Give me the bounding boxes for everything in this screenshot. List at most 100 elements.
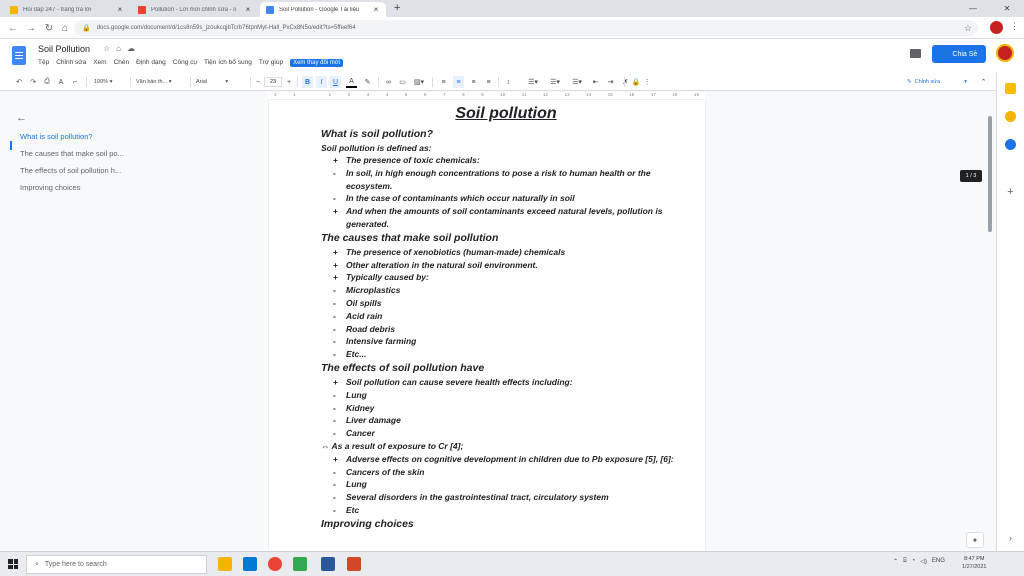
plus-bullet-icon: + <box>333 246 338 257</box>
menu-tools[interactable]: Công cụ <box>173 59 197 67</box>
font-select[interactable]: Arial ▾ <box>196 76 248 88</box>
horizontal-ruler[interactable]: 2 1 1 2 3 4 5 6 7 8 9 10 11 12 13 14 15 16 17 18 19 <box>268 92 705 99</box>
close-icon[interactable]: × <box>116 5 124 14</box>
font-size-input[interactable]: 23 <box>264 77 282 87</box>
windows-start-icon[interactable] <box>8 559 18 569</box>
docs-logo-icon[interactable] <box>12 46 26 65</box>
wifi-icon[interactable]: ◔ <box>912 558 916 565</box>
forward-icon[interactable]: → <box>24 21 38 35</box>
volume-icon[interactable]: ◁) <box>920 558 927 565</box>
back-icon[interactable]: ← <box>6 21 20 35</box>
new-tab-button[interactable]: + <box>394 2 400 14</box>
bookmark-star-icon[interactable]: ☆ <box>964 23 972 34</box>
powerpoint-icon[interactable] <box>347 557 361 571</box>
see-new-changes-button[interactable]: Xem thay đổi mới <box>290 59 344 67</box>
browser-tab-docs[interactable]: Soil Pollution - Google Tài liệu × <box>260 2 386 17</box>
cloud-status-icon[interactable]: ☁ <box>127 44 135 53</box>
highlight-icon[interactable]: ✎ <box>362 76 373 88</box>
account-avatar[interactable] <box>996 44 1014 62</box>
increase-font-size-icon[interactable]: + <box>285 76 293 88</box>
close-outline-arrow-icon[interactable]: ← <box>16 112 210 124</box>
mail-icon[interactable] <box>243 557 257 571</box>
zoom-select[interactable]: 100% ▾ <box>94 76 128 88</box>
lock-icon[interactable]: 🔒 <box>631 76 641 88</box>
bulleted-list-icon[interactable]: ☰▾ <box>546 76 564 88</box>
browser-tab-gmail[interactable]: Pollution - Lời mời chỉnh sửa - li × <box>132 2 258 17</box>
italic-button[interactable]: I <box>316 76 327 88</box>
align-center-icon[interactable]: ≡ <box>453 76 464 88</box>
calendar-icon[interactable] <box>1005 111 1016 122</box>
increase-indent-icon[interactable]: ⇥ <box>605 76 616 88</box>
font-value: Arial <box>196 79 208 85</box>
search-icon: ⌕ <box>35 560 39 568</box>
scrollbar-thumb[interactable] <box>988 116 992 232</box>
menu-addons[interactable]: Tiện ích bổ sung <box>204 59 252 67</box>
numbered-list-icon[interactable]: ☰▾ <box>568 76 586 88</box>
network-icon[interactable]: ⌸ <box>903 558 907 565</box>
browser-menu-icon[interactable]: ⋮ <box>1010 21 1019 32</box>
decrease-font-size-icon[interactable]: − <box>254 76 262 88</box>
underline-button[interactable]: U <box>330 76 341 88</box>
star-icon[interactable]: ☆ <box>103 44 110 53</box>
menu-format[interactable]: Định dạng <box>136 59 166 67</box>
more-options-icon[interactable]: ⋮ <box>643 76 651 88</box>
align-justify-icon[interactable]: ≡ <box>483 76 494 88</box>
spellcheck-icon[interactable]: A <box>56 76 66 88</box>
share-button[interactable]: 👤 Chia Sẻ <box>932 45 986 63</box>
browser-tab-hoidap[interactable]: Hỏi đáp 247 - trang tra lời × <box>4 2 130 17</box>
redo-icon[interactable]: ↷ <box>28 76 38 88</box>
editing-mode-select[interactable]: ✎ Chỉnh sửa ▾ <box>903 76 971 88</box>
taskbar-search-input[interactable]: ⌕ Type here to search <box>26 555 207 574</box>
document-title[interactable]: Soil Pollution <box>38 44 90 54</box>
insert-image-icon[interactable]: ▨▾ <box>411 76 427 88</box>
minimize-button[interactable]: — <box>956 0 990 17</box>
menu-view[interactable]: Xem <box>93 59 106 67</box>
document-page[interactable]: Soil pollution What is soil pollution? S… <box>269 100 705 551</box>
align-right-icon[interactable]: ≡ <box>468 76 479 88</box>
outline-item-improving[interactable]: Improving choices <box>20 183 210 192</box>
paragraph-style-select[interactable]: Văn bản th... ▾ <box>136 76 188 88</box>
checklist-icon[interactable]: ☰▾ <box>524 76 542 88</box>
link-icon[interactable]: ∞ <box>383 76 394 88</box>
url-field[interactable]: 🔒 docs.google.com/document/d/1cs8n59s_jz… <box>74 20 978 36</box>
photos-icon[interactable] <box>293 557 307 571</box>
chrome-icon[interactable] <box>268 557 282 571</box>
reload-icon[interactable]: ↻ <box>42 21 56 35</box>
outline-item-effects[interactable]: The effects of soil pollution h... <box>20 166 210 175</box>
close-icon[interactable]: × <box>372 5 380 14</box>
keep-icon[interactable] <box>1005 83 1016 94</box>
browser-avatar[interactable] <box>990 21 1003 34</box>
chevron-up-icon[interactable]: ⌃ <box>893 558 898 565</box>
menu-edit[interactable]: Chỉnh sửa <box>56 59 86 67</box>
bold-button[interactable]: B <box>302 76 313 88</box>
outline-item-causes[interactable]: The causes that make soil po... <box>20 149 210 158</box>
menu-help[interactable]: Trợ giúp <box>259 59 283 67</box>
expand-panel-icon[interactable]: › <box>1005 533 1016 544</box>
add-addon-icon[interactable]: + <box>1005 187 1016 198</box>
move-folder-icon[interactable]: ⌂ <box>116 44 121 53</box>
home-icon[interactable]: ⌂ <box>58 21 72 35</box>
paint-format-icon[interactable]: ⌐ <box>70 76 80 88</box>
menu-insert[interactable]: Chèn <box>114 59 130 67</box>
clear-formatting-icon[interactable]: ✗ <box>620 76 631 88</box>
hide-menus-icon[interactable]: ⌃ <box>978 76 989 88</box>
text-color-button[interactable]: A <box>346 76 357 88</box>
close-window-button[interactable]: ✕ <box>990 0 1024 17</box>
add-comment-icon[interactable]: ▭ <box>397 76 408 88</box>
taskbar-clock[interactable]: 8:47 PM 1/27/2021 <box>962 555 986 571</box>
document-body[interactable]: Soil pollution What is soil pollution? S… <box>321 105 691 532</box>
undo-icon[interactable]: ↶ <box>14 76 24 88</box>
file-explorer-icon[interactable] <box>218 557 232 571</box>
close-icon[interactable]: × <box>244 5 252 14</box>
menu-file[interactable]: Tệp <box>38 59 49 67</box>
tasks-icon[interactable] <box>1005 139 1016 150</box>
decrease-indent-icon[interactable]: ⇤ <box>590 76 601 88</box>
print-icon[interactable]: ⎙ <box>42 76 52 88</box>
word-icon[interactable] <box>321 557 335 571</box>
line-spacing-icon[interactable]: ↕ <box>503 76 514 88</box>
comment-history-icon[interactable] <box>910 49 921 58</box>
language-indicator[interactable]: ENG <box>932 558 945 565</box>
align-left-icon[interactable]: ≡ <box>438 76 449 88</box>
explore-icon[interactable]: ✦ <box>966 532 984 548</box>
outline-item-what-is[interactable]: What is soil pollution? <box>20 132 210 141</box>
